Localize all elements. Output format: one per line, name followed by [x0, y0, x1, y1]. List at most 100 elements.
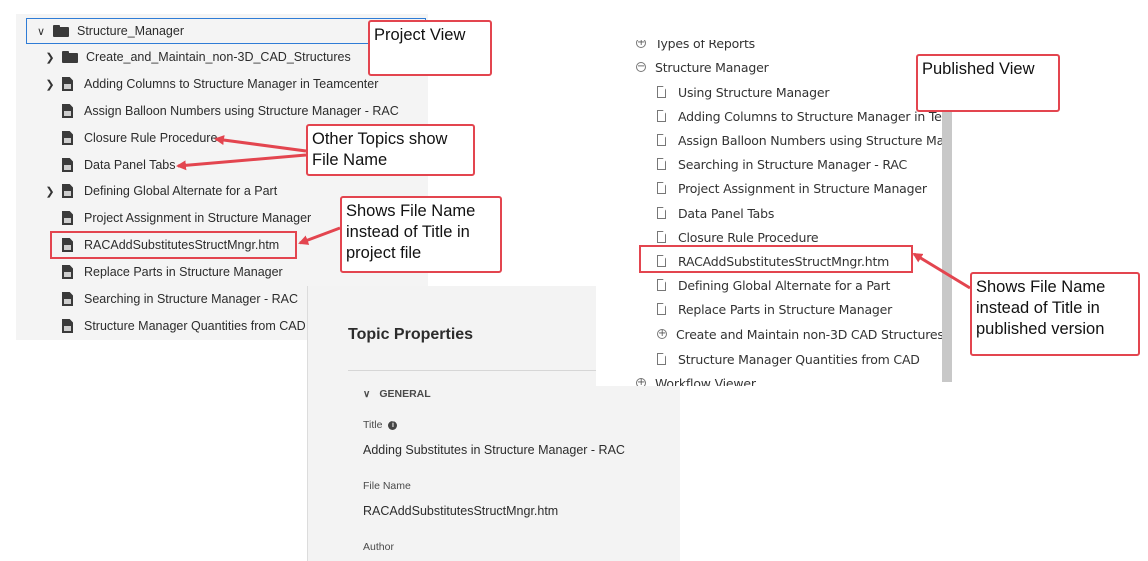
page-icon [657, 207, 666, 219]
tree-root-label: Structure_Manager [77, 24, 185, 38]
tree-item[interactable]: Data Panel Tabs [42, 153, 176, 177]
collapse-minus-icon[interactable]: − [636, 62, 646, 72]
document-icon [62, 77, 73, 91]
general-section-toggle[interactable]: ∨ GENERAL [363, 388, 431, 400]
tree-item-label: Project Assignment in Structure Manager [84, 211, 312, 225]
general-section-label: GENERAL [379, 388, 431, 400]
expand-plus-icon[interactable]: + [657, 329, 667, 339]
tree-item[interactable]: Closure Rule Procedure [42, 126, 217, 150]
document-icon [62, 319, 73, 333]
pub-group-label: Structure Manager [655, 59, 769, 75]
pub-item-label: Defining Global Alternate for a Part [678, 277, 891, 293]
highlight-box-published [639, 245, 913, 273]
document-icon [62, 184, 73, 198]
pub-tree-item-workflow-viewer[interactable]: + Workflow Viewer [636, 372, 756, 386]
tree-item-label: Data Panel Tabs [84, 158, 176, 172]
pub-item-label: Assign Balloon Numbers using Structure M… [678, 132, 952, 148]
tree-item-label: Closure Rule Procedure [84, 131, 218, 145]
page-icon [657, 303, 666, 315]
document-icon [62, 158, 73, 172]
tree-item[interactable]: ❯ Adding Columns to Structure Manager in… [42, 72, 378, 96]
published-scrollbar[interactable] [942, 110, 952, 382]
document-icon [62, 265, 73, 279]
pub-tree-item[interactable]: Project Assignment in Structure Manager [657, 177, 927, 199]
pub-item-label: Adding Columns to Structure Manager in T… [678, 108, 950, 124]
page-icon [657, 353, 666, 365]
pub-tree-item[interactable]: Replace Parts in Structure Manager [657, 298, 892, 320]
callout-shows-file-project: Shows File Name instead of Title in proj… [340, 196, 502, 273]
pub-item-label: Types of Reports [655, 40, 755, 51]
chevron-down-icon: ∨ [363, 388, 371, 400]
page-icon [657, 279, 666, 291]
pub-tree-item[interactable]: Structure Manager Quantities from CAD [657, 348, 920, 370]
highlight-box-project [50, 231, 297, 259]
tree-item[interactable]: Searching in Structure Manager - RAC [42, 287, 298, 311]
pub-item-label: Data Panel Tabs [678, 205, 775, 221]
title-label-row: Title i [363, 419, 398, 431]
tree-item-label: Defining Global Alternate for a Part [84, 184, 278, 198]
pub-item-label: Structure Manager Quantities from CAD [678, 351, 920, 367]
pub-tree-item[interactable]: Adding Columns to Structure Manager in T… [657, 105, 949, 127]
pub-item-label: Create and Maintain non-3D CAD Structure… [676, 326, 944, 342]
callout-published-view: Published View [916, 54, 1060, 112]
topic-properties-heading: Topic Properties [348, 326, 474, 343]
pub-item-label: Closure Rule Procedure [678, 229, 819, 245]
info-icon[interactable]: i [388, 420, 398, 430]
tree-item-label: Searching in Structure Manager - RAC [84, 292, 298, 306]
tree-item[interactable]: ❯ Defining Global Alternate for a Part [42, 179, 277, 203]
callout-other-topics: Other Topics show File Name [306, 124, 475, 176]
expand-plus-icon[interactable]: + [636, 378, 646, 386]
tree-item-label: Assign Balloon Numbers using Structure M… [84, 104, 399, 118]
published-view-panel: + Types of Reports − Structure Manager U… [596, 40, 952, 386]
title-value[interactable]: Adding Substitutes in Structure Manager … [363, 443, 625, 457]
pub-tree-item[interactable]: Defining Global Alternate for a Part [657, 274, 890, 296]
expand-plus-icon[interactable]: + [636, 40, 646, 48]
pub-item-label: Searching in Structure Manager - RAC [678, 156, 908, 172]
document-icon [62, 131, 73, 145]
pub-tree-item[interactable]: Searching in Structure Manager - RAC [657, 153, 907, 175]
pub-tree-item[interactable]: Data Panel Tabs [657, 202, 774, 224]
tree-item[interactable]: Replace Parts in Structure Manager [42, 260, 283, 284]
callout-text: Project View [374, 26, 466, 44]
page-icon [657, 182, 666, 194]
tree-root-structure-manager[interactable]: ∨ Structure_Manager [26, 18, 426, 44]
tree-item[interactable]: Assign Balloon Numbers using Structure M… [42, 99, 399, 123]
folder-icon [53, 25, 69, 37]
pub-tree-item[interactable]: Using Structure Manager [657, 81, 829, 103]
page-icon [657, 158, 666, 170]
chevron-right-icon[interactable]: ❯ [42, 51, 58, 64]
document-icon [62, 104, 73, 118]
tree-item[interactable]: ❯ Create_and_Maintain_non-3D_CAD_Structu… [42, 45, 351, 69]
file-name-label: File Name [363, 480, 411, 492]
document-icon [62, 292, 73, 306]
callout-text: Shows File Name instead of Title in publ… [976, 278, 1106, 338]
title-label: Title [363, 419, 383, 431]
pub-tree-item[interactable]: + Create and Maintain non-3D CAD Structu… [657, 323, 944, 345]
author-label: Author [363, 541, 394, 553]
page-icon [657, 134, 666, 146]
chevron-right-icon[interactable]: ❯ [42, 78, 58, 91]
callout-text: Published View [922, 60, 1035, 78]
callout-text: Shows File Name instead of Title in proj… [346, 202, 476, 262]
page-icon [657, 231, 666, 243]
callout-shows-file-published: Shows File Name instead of Title in publ… [970, 272, 1140, 356]
document-icon [62, 211, 73, 225]
folder-icon [62, 51, 78, 63]
page-icon [657, 86, 666, 98]
file-name-value[interactable]: RACAddSubstitutesStructMngr.htm [363, 504, 558, 518]
callout-project-view: Project View [368, 20, 492, 76]
tree-item[interactable]: Project Assignment in Structure Manager [42, 206, 311, 230]
tree-item-label: Replace Parts in Structure Manager [84, 265, 283, 279]
pub-item-label: Using Structure Manager [678, 84, 830, 100]
chevron-down-icon[interactable]: ∨ [33, 25, 49, 38]
callout-text: Other Topics show File Name [312, 130, 448, 169]
pub-tree-group-structure-manager[interactable]: − Structure Manager [636, 56, 769, 78]
pub-item-label: Project Assignment in Structure Manager [678, 180, 927, 196]
tree-item-label: Create_and_Maintain_non-3D_CAD_Structure… [86, 50, 351, 64]
pub-tree-item[interactable]: Assign Balloon Numbers using Structure M… [657, 129, 952, 151]
pub-tree-item-types-of-reports[interactable]: + Types of Reports [636, 40, 755, 54]
pub-item-label: Replace Parts in Structure Manager [678, 301, 893, 317]
tree-item[interactable]: Structure Manager Quantities from CAD [42, 314, 306, 338]
tree-item-label: Structure Manager Quantities from CAD [84, 319, 306, 333]
chevron-right-icon[interactable]: ❯ [42, 185, 58, 198]
